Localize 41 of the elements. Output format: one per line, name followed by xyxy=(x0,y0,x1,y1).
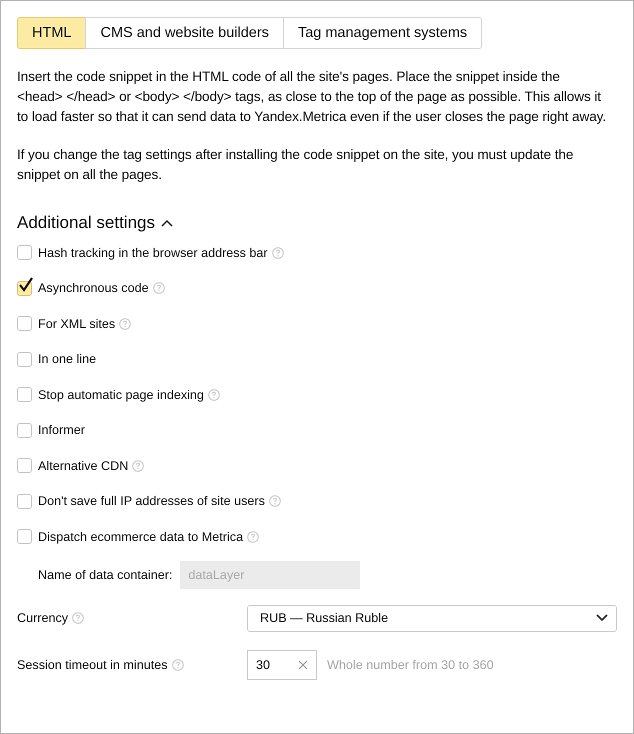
option-label: Stop automatic page indexing xyxy=(38,388,204,402)
option-label: Informer xyxy=(38,423,85,438)
help-icon[interactable] xyxy=(132,460,144,472)
clear-icon[interactable] xyxy=(298,660,308,670)
instruction-text: Insert the code snippet in the HTML code of all the site's pages. Place the snippet inside the <head> </head> or <body> </body> tags, as close to the top of the page as possible. This allows it to load faster so that it can send data to Yandex.Metrica even if the user closes the page right away. xyxy=(17,68,607,126)
checkbox[interactable] xyxy=(17,529,32,544)
checkbox[interactable] xyxy=(17,494,32,509)
option-label: Don't save full IP addresses of site users xyxy=(38,494,265,508)
help-icon[interactable] xyxy=(172,658,184,670)
section-title: Additional settings xyxy=(17,213,155,233)
checkbox[interactable] xyxy=(17,387,32,402)
help-icon[interactable] xyxy=(268,495,281,508)
option-label: For XML sites xyxy=(38,316,116,331)
option-label: In one line xyxy=(38,352,96,366)
chevron-down-icon xyxy=(596,614,608,622)
checkbox[interactable] xyxy=(17,352,32,367)
field-label: Session timeout in minutes xyxy=(17,658,168,672)
help-icon[interactable] xyxy=(272,246,284,259)
hint-text: Whole number from 30 to 360 xyxy=(327,658,494,672)
help-icon[interactable] xyxy=(208,388,220,401)
field-label: Name of data container: xyxy=(38,568,172,582)
input-field[interactable]: 30 xyxy=(247,650,317,680)
tab[interactable]: Tag management systems xyxy=(282,17,482,49)
help-icon[interactable] xyxy=(152,282,165,294)
chevron-icon[interactable] xyxy=(160,219,173,227)
field-label: Currency xyxy=(17,611,68,625)
option-label: Dispatch ecommerce data to Metrica xyxy=(38,530,244,544)
help-icon[interactable] xyxy=(119,318,132,330)
currency-select[interactable]: RUB — Russian Ruble xyxy=(247,604,617,632)
instruction-text: If you change the tag settings after installing the code snippet on the site, you must update the snippet on all the pages. xyxy=(17,146,574,184)
checkbox[interactable] xyxy=(17,316,32,332)
option-label: Alternative CDN xyxy=(38,458,128,473)
option-label: Asynchronous code xyxy=(38,281,149,296)
option-label: Hash tracking in the browser address bar xyxy=(38,246,268,260)
checkbox[interactable] xyxy=(17,422,32,438)
tab[interactable]: CMS and website builders xyxy=(85,17,284,49)
help-icon[interactable] xyxy=(72,612,84,624)
checkbox[interactable] xyxy=(17,245,32,260)
help-icon[interactable] xyxy=(247,530,260,543)
tab[interactable]: HTML xyxy=(17,17,86,49)
checkbox[interactable] xyxy=(17,458,32,474)
